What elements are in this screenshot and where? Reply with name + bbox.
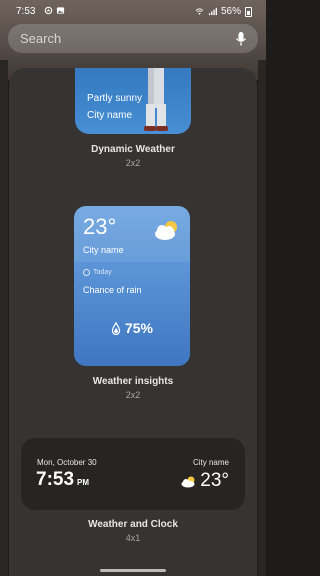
partly-cloudy-icon xyxy=(181,476,195,487)
dynamic-weather-widget-preview[interactable]: Partly sunny City name xyxy=(75,68,191,134)
wallpaper-left xyxy=(0,60,8,576)
widget-name: Weather insights xyxy=(92,376,174,387)
widget-city-text: City name xyxy=(87,110,133,121)
widget-today-label: Today xyxy=(93,269,112,276)
weather-and-clock-widget-preview[interactable]: Mon, October 30 7:53 PM City name 23° xyxy=(21,438,245,510)
widget-temperature: 23° xyxy=(83,214,117,239)
notification-app-icon xyxy=(44,6,53,15)
widget-clock-time: 7:53 xyxy=(36,469,75,490)
widget-list-panel[interactable]: Partly sunny City name Dynamic Weather 2… xyxy=(9,68,257,576)
widget-size: 2x2 xyxy=(125,390,141,400)
search-placeholder: Search xyxy=(20,31,62,46)
widget-clock: 7:53 PM xyxy=(36,469,89,491)
status-system-icons: 56% xyxy=(195,6,252,17)
search-bar[interactable]: Search xyxy=(8,24,258,53)
signal-icon xyxy=(208,7,217,16)
widget-size: 2x2 xyxy=(125,158,141,168)
microphone-icon[interactable] xyxy=(234,31,248,47)
weather-character-illustration xyxy=(144,68,168,131)
wifi-icon xyxy=(195,8,204,15)
battery-icon xyxy=(245,6,252,17)
wallpaper-right xyxy=(258,60,266,576)
dynamic-weather-caption: Dynamic Weather 2x2 xyxy=(9,144,257,168)
widget-size: 4x1 xyxy=(125,533,141,543)
status-time: 7:53 xyxy=(16,6,36,17)
weather-insights-caption: Weather insights 2x2 xyxy=(9,376,257,400)
widget-rain-value: 75% xyxy=(124,320,154,336)
widget-temperature-row: 23° xyxy=(180,470,229,492)
widget-city: City name xyxy=(192,458,229,467)
partly-cloudy-icon xyxy=(155,221,177,240)
widget-chance-label: Chance of rain xyxy=(83,285,142,295)
widget-date: Mon, October 30 xyxy=(37,458,97,467)
weather-and-clock-caption: Weather and Clock 4x1 xyxy=(9,519,257,543)
widget-city: City name xyxy=(83,245,124,255)
battery-percent: 56% xyxy=(220,6,241,17)
widget-clock-ampm: PM xyxy=(77,478,90,487)
status-notification-icons xyxy=(44,6,65,15)
widget-temperature: 23° xyxy=(200,470,229,491)
widget-name: Weather and Clock xyxy=(88,519,178,530)
widget-rain-chance: 75% xyxy=(74,320,190,336)
widget-today-row: Today xyxy=(83,269,112,276)
weather-insights-widget-preview[interactable]: 23° City name Today Chance of rain 75% xyxy=(74,206,190,366)
raindrop-icon xyxy=(111,321,121,335)
status-bar: 7:53 56% xyxy=(0,0,266,22)
gallery-icon xyxy=(56,7,65,14)
gesture-home-bar[interactable] xyxy=(100,569,166,572)
clock-icon xyxy=(83,269,90,276)
widget-name: Dynamic Weather xyxy=(91,144,175,155)
widget-condition-text: Partly sunny xyxy=(87,93,143,104)
